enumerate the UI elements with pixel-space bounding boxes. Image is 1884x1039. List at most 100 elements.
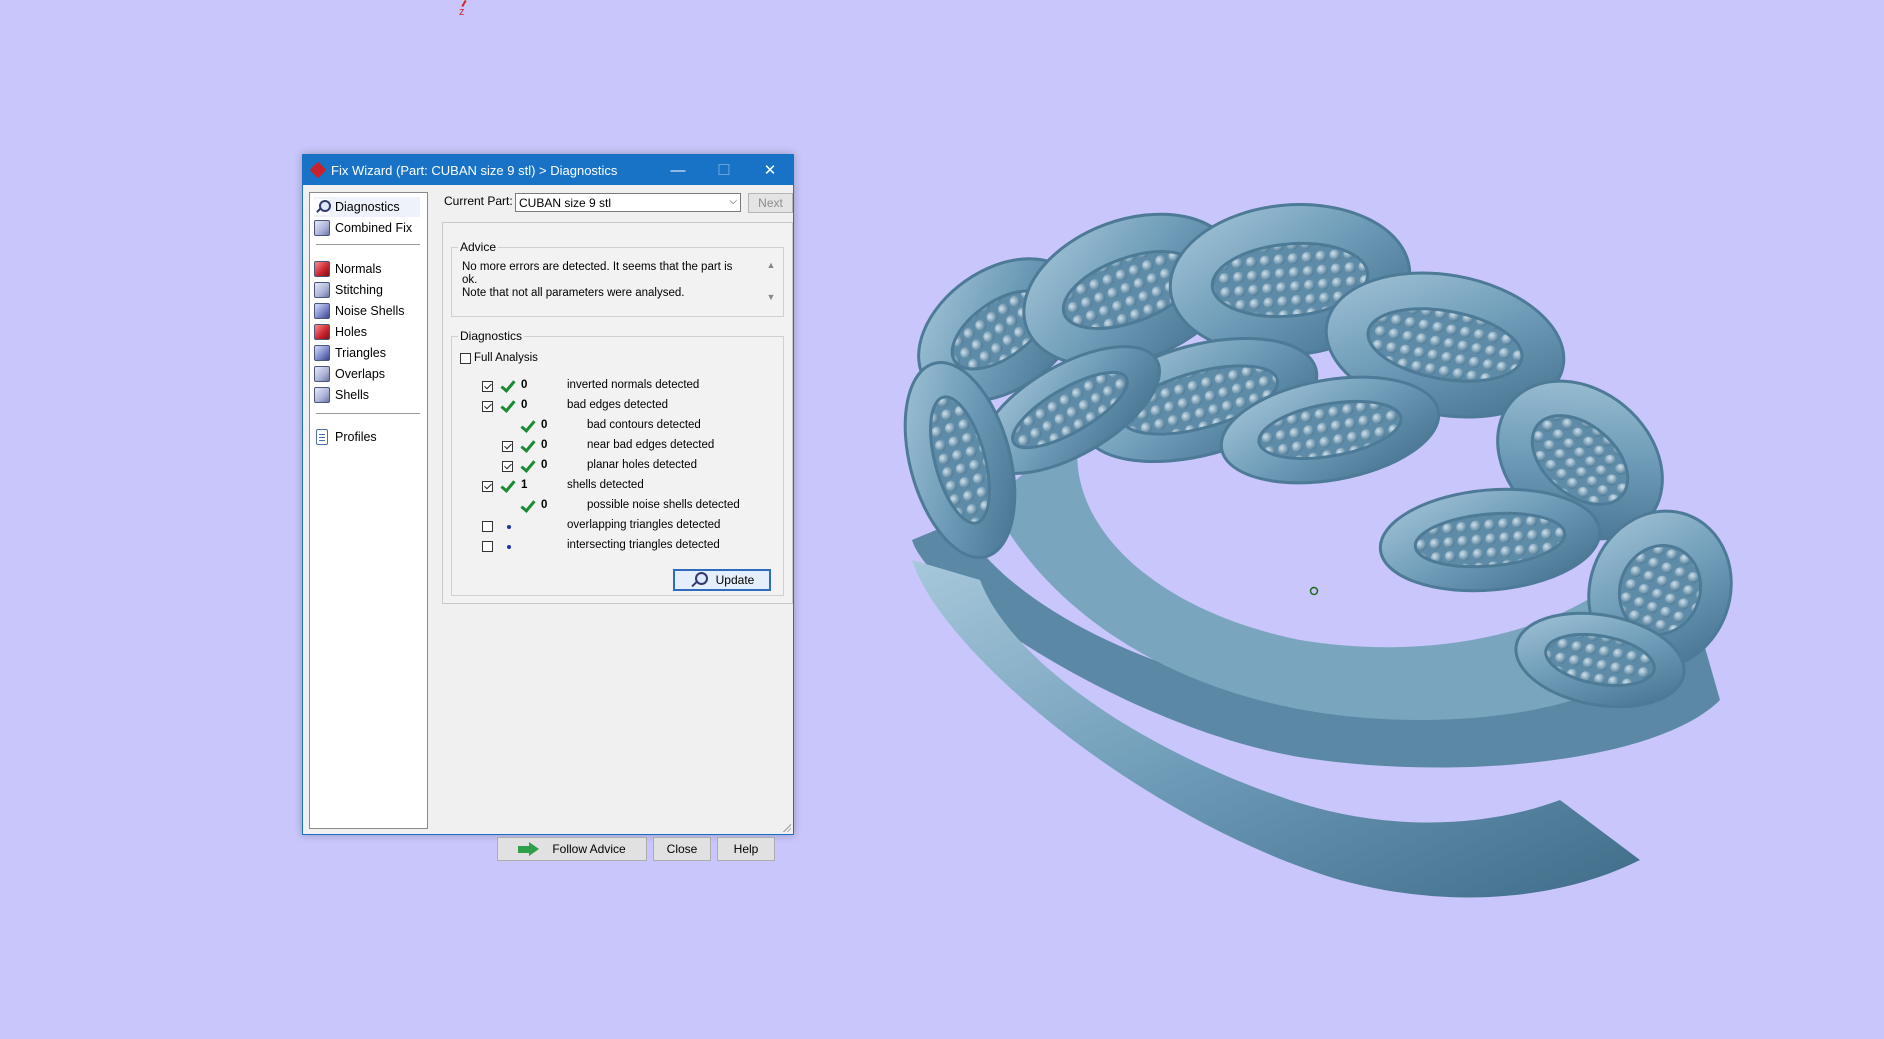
diag-count: 0: [521, 379, 528, 391]
resize-grip[interactable]: [782, 823, 791, 832]
nav-item-label: Combined Fix: [335, 221, 413, 235]
profiles-icon: [316, 429, 328, 445]
advice-group: Advice No more errors are detected. It s…: [451, 240, 784, 317]
diag-label: inverted normals detected: [567, 379, 700, 391]
nav-item-label: Stitching: [335, 283, 383, 297]
nav-item-label: Noise Shells: [335, 304, 405, 318]
pending-dot-icon: [507, 545, 511, 549]
minimize-button[interactable]: —: [655, 155, 701, 185]
nav-item-profiles[interactable]: Profiles: [314, 427, 383, 447]
nav-item-overlaps[interactable]: Overlaps: [314, 364, 391, 384]
diag-checkbox[interactable]: [502, 441, 513, 452]
advice-group-label: Advice: [458, 240, 499, 254]
ok-check-icon: [520, 459, 534, 473]
pending-dot-icon: [507, 525, 511, 529]
nav-divider: [316, 413, 420, 414]
search-icon: [690, 572, 708, 588]
diag-checkbox[interactable]: [482, 541, 493, 552]
nav-item-label: Overlaps: [335, 367, 386, 381]
scroll-down-icon[interactable]: ▼: [765, 292, 777, 302]
ring-model[interactable]: [0, 0, 1884, 1039]
diag-checkbox[interactable]: [482, 381, 493, 392]
ok-check-icon: [500, 379, 514, 393]
ok-check-icon: [520, 499, 534, 513]
update-button[interactable]: Update: [673, 569, 771, 591]
app-icon: [311, 163, 325, 177]
diag-checkbox[interactable]: [482, 521, 493, 532]
nav-item-label: Triangles: [335, 346, 386, 360]
nav-item-holes[interactable]: Holes: [314, 322, 373, 342]
next-button[interactable]: Next: [748, 193, 793, 213]
diag-checkbox[interactable]: [482, 401, 493, 412]
diag-count: 0: [541, 499, 548, 511]
arrow-right-icon: [518, 842, 540, 856]
wizard-content: Current Part: CUBAN size 9 stl ⌵ Next Ad…: [438, 185, 793, 861]
fix-wizard-dialog: Fix Wizard (Part: CUBAN size 9 stl) > Di…: [302, 154, 794, 861]
full-analysis-label: Full Analysis: [474, 352, 538, 364]
diag-label: planar holes detected: [587, 459, 697, 471]
current-part-value: CUBAN size 9 stl: [519, 196, 612, 210]
diagnostics-panel: Advice No more errors are detected. It s…: [442, 222, 793, 604]
ok-check-icon: [500, 399, 514, 413]
nav-item-shells[interactable]: Shells: [314, 385, 375, 405]
nav-item-diagnostics[interactable]: Diagnostics: [314, 197, 420, 217]
nav-item-stitching[interactable]: Stitching: [314, 280, 389, 300]
nav-item-triangles[interactable]: Triangles: [314, 343, 392, 363]
diag-label: shells detected: [567, 479, 644, 491]
advice-scrollbar[interactable]: ▲ ▼: [765, 260, 777, 306]
ok-check-icon: [520, 439, 534, 453]
window-title: Fix Wizard (Part: CUBAN size 9 stl) > Di…: [331, 162, 618, 178]
shells-icon: [314, 387, 330, 403]
diag-checkbox[interactable]: [482, 481, 493, 492]
advice-line-2: Note that not all parameters were analys…: [462, 287, 685, 299]
nav-item-label: Diagnostics: [335, 200, 400, 214]
close-window-button[interactable]: ✕: [747, 155, 793, 185]
diag-label: near bad edges detected: [587, 439, 715, 451]
diag-checkbox[interactable]: [502, 461, 513, 472]
full-analysis-checkbox[interactable]: [460, 352, 471, 364]
search-icon: [314, 199, 331, 215]
nav-item-normals[interactable]: Normals: [314, 259, 388, 279]
holes-icon: [314, 324, 330, 340]
normals-icon: [314, 261, 330, 277]
diag-label: intersecting triangles detected: [567, 539, 720, 551]
overlaps-icon: [314, 366, 330, 382]
diag-count: 0: [541, 419, 548, 431]
current-part-label: Current Part:: [444, 194, 513, 208]
follow-advice-button[interactable]: Follow Advice: [497, 837, 647, 861]
3d-viewport[interactable]: z: [0, 0, 1884, 1039]
update-button-label: Update: [715, 573, 755, 587]
scroll-up-icon[interactable]: ▲: [765, 260, 777, 270]
diag-count: 0: [521, 399, 528, 411]
diag-label: overlapping triangles detected: [567, 519, 721, 531]
nav-item-label: Normals: [335, 262, 382, 276]
advice-line-1: No more errors are detected. It seems th…: [462, 261, 733, 286]
pivot-marker: [1309, 586, 1319, 596]
full-analysis-checkbox-row[interactable]: Full Analysis: [460, 349, 538, 367]
nav-item-noise-shells[interactable]: Noise Shells: [314, 301, 410, 321]
nav-item-label: Profiles: [335, 430, 377, 444]
stitching-icon: [314, 282, 330, 298]
diag-count: 0: [541, 459, 548, 471]
help-button[interactable]: Help: [717, 837, 775, 861]
cube-icon: [314, 220, 330, 236]
diag-label: bad edges detected: [567, 399, 669, 411]
diagnostics-group-label: Diagnostics: [458, 329, 525, 343]
nav-item-label: Shells: [335, 388, 370, 402]
noise-shells-icon: [314, 303, 330, 319]
close-button[interactable]: Close: [653, 837, 711, 861]
nav-item-label: Holes: [335, 325, 367, 339]
title-bar[interactable]: Fix Wizard (Part: CUBAN size 9 stl) > Di…: [303, 155, 793, 185]
maximize-button[interactable]: ☐: [701, 155, 747, 185]
wizard-nav-panel: Diagnostics Combined Fix Normals Stitchi…: [309, 192, 428, 829]
diag-label: bad contours detected: [587, 419, 701, 431]
follow-advice-label: Follow Advice: [552, 842, 626, 856]
ok-check-icon: [500, 479, 514, 493]
diag-count: 0: [541, 439, 548, 451]
advice-text: No more errors are detected. It seems th…: [462, 261, 750, 300]
diag-count: 1: [521, 479, 528, 491]
nav-item-combined-fix[interactable]: Combined Fix: [314, 218, 418, 238]
chevron-down-icon: ⌵: [729, 196, 737, 207]
current-part-select[interactable]: CUBAN size 9 stl ⌵: [515, 193, 741, 212]
nav-divider: [316, 244, 420, 245]
